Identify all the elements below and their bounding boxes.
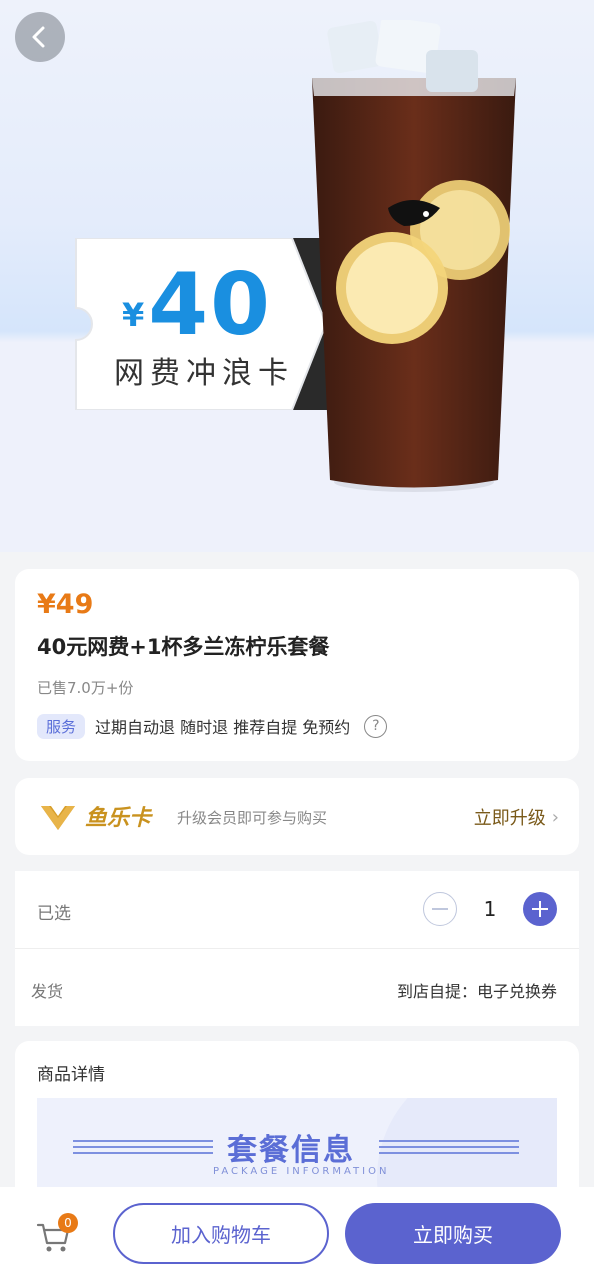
quantity-value: 1 xyxy=(483,897,497,921)
upgrade-label: 立即升级 xyxy=(473,808,546,829)
help-icon[interactable]: ? xyxy=(364,714,388,738)
diamond-icon xyxy=(41,806,75,830)
ticket-amount: 40 xyxy=(148,255,272,355)
banner-subtitle: PACKAGE INFORMATION xyxy=(213,1166,390,1177)
selected-label: 已选 xyxy=(37,904,71,924)
chevron-right-icon: › xyxy=(551,806,559,828)
product-info-card: ¥49 40元网费+1杯多兰冻柠乐套餐 已售7.0万+份 服务 过期自动退 随时… xyxy=(15,569,579,761)
minus-icon xyxy=(432,908,448,910)
decrease-button[interactable] xyxy=(423,892,457,926)
shipping-value: 到店自提：电子兑换券 xyxy=(396,982,557,1001)
vip-name: 鱼乐卡 xyxy=(85,806,152,831)
banner-lines-left xyxy=(73,1140,213,1158)
service-text: 过期自动退 随时退 推荐自提 免预约 xyxy=(95,718,351,737)
back-arrow-icon xyxy=(32,26,45,48)
sold-count: 已售7.0万+份 xyxy=(37,679,134,697)
quantity-row: 已选 1 xyxy=(15,871,579,949)
vip-description: 升级会员即可参与购买 xyxy=(177,809,328,827)
product-price: ¥49 xyxy=(37,589,94,620)
shipping-label: 发货 xyxy=(31,982,64,1001)
service-row: 服务 过期自动退 随时退 推荐自提 免预约 ? xyxy=(37,712,388,740)
vip-card[interactable]: 鱼乐卡 升级会员即可参与购买 立即升级 › xyxy=(15,778,579,855)
cart-button[interactable]: 0 xyxy=(36,1213,78,1257)
ticket-price: ¥ 40 xyxy=(122,262,272,348)
product-title: 40元网费+1杯多兰冻柠乐套餐 xyxy=(37,635,330,659)
ticket-currency: ¥ xyxy=(122,296,145,334)
increase-button[interactable] xyxy=(523,892,557,926)
drink-image xyxy=(308,16,520,500)
add-to-cart-button[interactable]: 加入购物车 xyxy=(113,1203,329,1264)
banner-lines-right xyxy=(379,1140,519,1158)
cart-count-badge: 0 xyxy=(58,1213,78,1233)
ticket-name: 网费冲浪卡 xyxy=(114,356,294,391)
upgrade-button[interactable]: 立即升级 › xyxy=(474,804,559,830)
detail-title: 商品详情 xyxy=(37,1065,105,1085)
banner-title: 套餐信息 xyxy=(227,1133,355,1168)
hero-banner: ¥ 40 网费冲浪卡 xyxy=(0,0,594,552)
service-tag: 服务 xyxy=(37,713,86,739)
vip-logo: 鱼乐卡 xyxy=(37,798,151,834)
selection-card: 已选 1 发货 到店自提：电子兑换券 xyxy=(15,871,579,1026)
buy-now-button[interactable]: 立即购买 xyxy=(345,1203,561,1264)
bottom-action-bar: 0 加入购物车 立即购买 xyxy=(0,1187,594,1280)
back-button[interactable] xyxy=(15,12,65,62)
quantity-stepper[interactable]: 1 xyxy=(423,892,557,926)
